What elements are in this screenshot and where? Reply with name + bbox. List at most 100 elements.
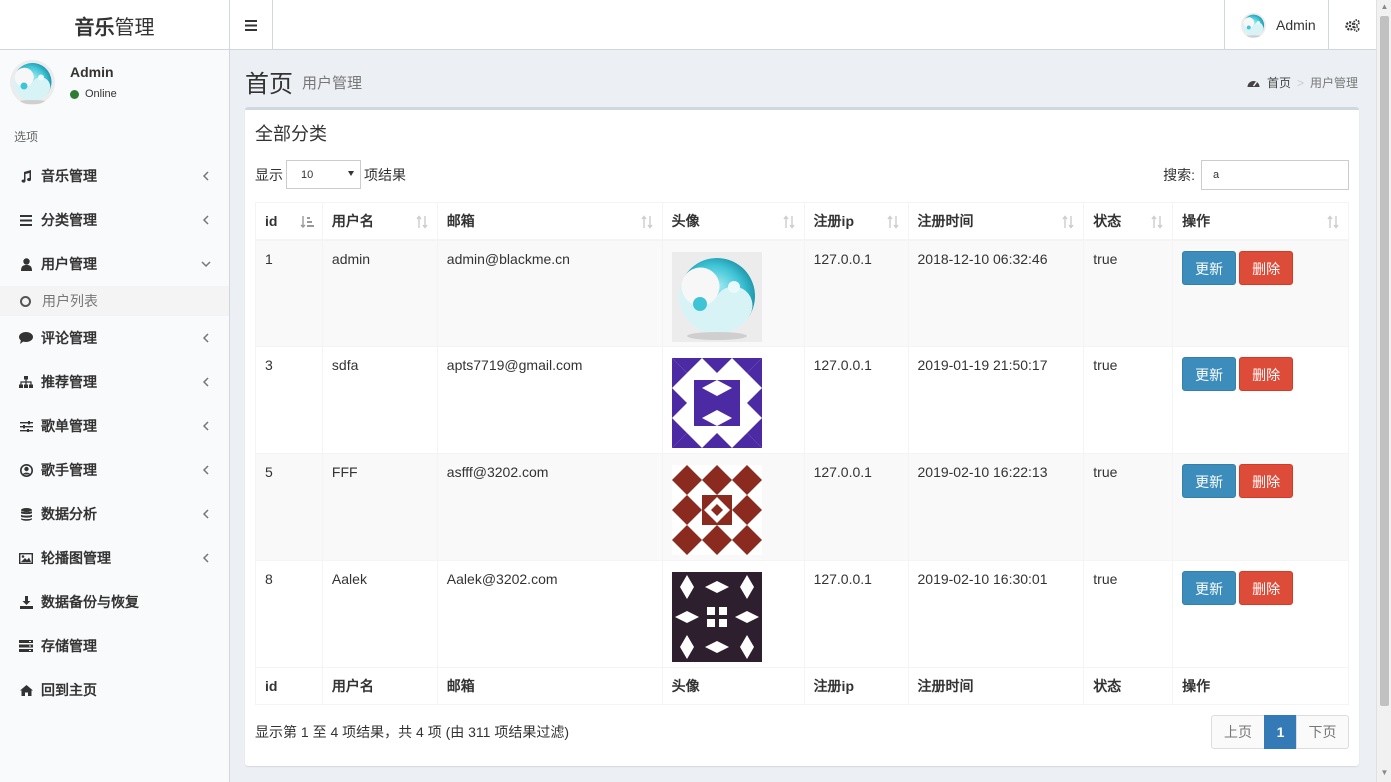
column-footer-actions: 操作 — [1172, 667, 1349, 705]
search-control: 搜索: a — [1163, 160, 1349, 190]
scroll-down-icon[interactable]: ▼ — [1380, 768, 1389, 778]
sidebar-item-carousel[interactable]: 轮播图管理 — [0, 536, 229, 580]
sidebar-item-label: 数据备份与恢复 — [41, 594, 139, 610]
cell-actions: 更新 删除 — [1172, 560, 1349, 668]
sidebar-item-backup[interactable]: 数据备份与恢复 — [0, 580, 229, 624]
cell-avatar — [661, 453, 805, 561]
cell-actions: 更新 删除 — [1172, 453, 1349, 561]
next-page-button[interactable]: 下页 — [1296, 715, 1349, 749]
length-prefix: 显示 — [255, 166, 283, 183]
sidebar-user-name: Admin — [70, 64, 114, 80]
delete-button[interactable]: 删除 — [1239, 464, 1294, 498]
settings-button[interactable] — [1328, 0, 1376, 50]
cell-username: sdfa — [321, 346, 438, 454]
chevron-left-icon — [202, 333, 209, 343]
table-header-row: id 用户名 邮箱 头像 注册ip 注册时间 状态 操作 — [255, 202, 1349, 241]
chevron-left-icon — [202, 465, 209, 475]
sidebar-item-analytics[interactable]: 数据分析 — [0, 492, 229, 536]
chevron-left-icon — [202, 215, 209, 225]
sort-icon — [416, 215, 428, 229]
image-icon — [18, 550, 34, 566]
chevron-down-icon — [201, 261, 211, 268]
logo-rest: 管理 — [114, 16, 155, 39]
page-1-button[interactable]: 1 — [1264, 715, 1297, 749]
column-header-status[interactable]: 状态 — [1083, 202, 1174, 241]
column-header-label: 操作 — [1182, 212, 1211, 229]
sort-icon — [886, 215, 899, 229]
chevron-left-icon — [202, 509, 209, 519]
cell-username: FFF — [321, 453, 438, 561]
sidebar-item-comments[interactable]: 评论管理 — [0, 316, 229, 360]
delete-button[interactable]: 删除 — [1239, 571, 1294, 605]
user-table: id 用户名 邮箱 头像 注册ip 注册时间 状态 操作 1 admin adm… — [255, 202, 1349, 705]
breadcrumb-home-link[interactable]: 首页 — [1267, 74, 1291, 91]
column-header-email[interactable]: 邮箱 — [436, 202, 663, 241]
breadcrumb: 首页 > 用户管理 — [1247, 74, 1358, 91]
sidebar-item-category[interactable]: 分类管理 — [0, 198, 229, 242]
scroll-up-icon[interactable]: ▲ — [1380, 2, 1389, 12]
table-row: 5 FFF asfff@3202.com 127.0.0.1 2019-02-1… — [255, 453, 1349, 561]
user-menu-name: Admin — [1276, 17, 1316, 33]
page-scrollbar[interactable]: ▲ ▼ — [1376, 0, 1391, 782]
sidebar-item-singers[interactable]: 歌手管理 — [0, 448, 229, 492]
sidebar-item-label: 评论管理 — [41, 330, 97, 346]
sidebar-item-music[interactable]: 音乐管理 — [0, 154, 229, 198]
app-logo[interactable]: 音乐 管理 — [0, 0, 230, 50]
column-header-label: 用户名 — [331, 212, 374, 229]
user-menu[interactable]: Admin — [1224, 0, 1328, 50]
chevron-left-icon — [202, 553, 209, 563]
sidebar-item-label: 回到主页 — [41, 682, 97, 698]
music-icon — [18, 168, 34, 184]
table-row: 8 Aalek Aalek@3202.com 127.0.0.1 2019-02… — [255, 560, 1349, 668]
caret-down-icon — [348, 171, 354, 176]
column-header-avatar[interactable]: 头像 — [661, 202, 805, 241]
chevron-left-icon — [202, 171, 209, 181]
column-header-actions[interactable]: 操作 — [1172, 202, 1349, 241]
cell-status: true — [1083, 239, 1174, 347]
home-icon — [18, 682, 34, 698]
table-row: 3 sdfa apts7719@gmail.com 127.0.0.1 2019… — [255, 346, 1349, 454]
table-footer-row: id 用户名 邮箱 头像 注册ip 注册时间 状态 操作 — [255, 667, 1349, 705]
cell-status: true — [1083, 560, 1174, 668]
column-header-username[interactable]: 用户名 — [321, 202, 438, 241]
cell-ip: 127.0.0.1 — [803, 560, 909, 668]
update-button[interactable]: 更新 — [1182, 571, 1237, 605]
cell-ip: 127.0.0.1 — [803, 453, 909, 561]
sidebar-toggle-button[interactable] — [230, 0, 273, 50]
scrollbar-thumb[interactable] — [1380, 16, 1389, 706]
search-input[interactable]: a — [1201, 160, 1349, 190]
sidebar-item-home[interactable]: 回到主页 — [0, 668, 229, 712]
column-header-ip[interactable]: 注册ip — [803, 202, 909, 241]
update-button[interactable]: 更新 — [1182, 464, 1237, 498]
sidebar-item-label: 歌单管理 — [41, 418, 97, 434]
prev-page-button[interactable]: 上页 — [1211, 715, 1265, 749]
cell-email: apts7719@gmail.com — [436, 346, 663, 454]
page-length-control: 显示 10 项结果 — [255, 160, 406, 189]
cell-id: 5 — [255, 453, 323, 561]
sidebar-item-recommend[interactable]: 推荐管理 — [0, 360, 229, 404]
column-header-id[interactable]: id — [255, 202, 323, 241]
box-title: 全部分类 — [255, 124, 327, 144]
sidebar-subitem-user-list[interactable]: 用户列表 — [0, 286, 229, 316]
cell-time: 2019-02-10 16:30:01 — [907, 560, 1085, 668]
sidebar-item-users[interactable]: 用户管理 — [0, 242, 229, 286]
sidebar-item-storage[interactable]: 存储管理 — [0, 624, 229, 668]
update-button[interactable]: 更新 — [1182, 250, 1237, 285]
delete-button[interactable]: 删除 — [1239, 250, 1294, 285]
chevron-left-icon — [202, 377, 209, 387]
sidebar-item-playlists[interactable]: 歌单管理 — [0, 404, 229, 448]
sort-icon — [641, 215, 653, 229]
delete-button[interactable]: 删除 — [1239, 357, 1294, 391]
breadcrumb-separator: > — [1296, 75, 1304, 90]
cell-status: true — [1083, 453, 1174, 561]
chevron-left-icon — [202, 421, 209, 431]
pagination: 上页 1 下页 — [1211, 715, 1349, 749]
column-footer-email: 邮箱 — [436, 667, 663, 705]
cell-ip: 127.0.0.1 — [803, 346, 909, 454]
column-header-time[interactable]: 注册时间 — [907, 202, 1085, 241]
update-button[interactable]: 更新 — [1182, 357, 1237, 391]
column-footer-username: 用户名 — [321, 667, 438, 705]
breadcrumb-current: 用户管理 — [1309, 76, 1358, 90]
column-footer-id: id — [255, 667, 323, 705]
page-length-select[interactable]: 10 — [286, 160, 361, 189]
